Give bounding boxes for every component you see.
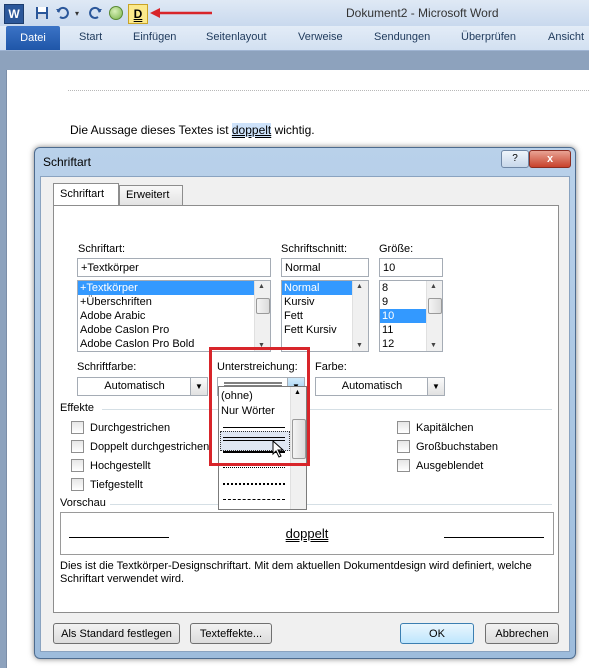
font-color-select[interactable]: Automatisch ▼ <box>77 377 208 396</box>
scroll-up-icon[interactable]: ▲ <box>356 283 363 290</box>
window-title: Dokument2 - Microsoft Word <box>346 6 499 20</box>
checkbox-kapitaelchen[interactable]: Kapitälchen <box>397 421 474 434</box>
tab-ansicht[interactable]: Ansicht <box>548 31 584 43</box>
red-highlight-box <box>209 347 310 466</box>
checkbox[interactable] <box>397 440 410 453</box>
help-button[interactable]: ? <box>501 150 529 168</box>
mouse-cursor-icon <box>272 440 285 458</box>
checkbox-durchgestrichen[interactable]: Durchgestrichen <box>71 421 170 434</box>
margin-guide <box>68 90 589 91</box>
undo-icon[interactable] <box>54 4 70 22</box>
scrollbar[interactable]: ▲ ▼ <box>426 281 442 351</box>
list-item[interactable]: +Überschriften <box>78 295 270 309</box>
tab-datei[interactable]: Datei <box>6 26 60 50</box>
scroll-down-icon[interactable]: ▼ <box>356 342 363 349</box>
red-arrow-icon <box>150 8 212 18</box>
checkbox[interactable] <box>71 440 84 453</box>
text-effects-button[interactable]: Texteffekte... <box>190 623 272 644</box>
checkbox[interactable] <box>71 459 84 472</box>
checkbox-ausgeblendet[interactable]: Ausgeblendet <box>397 459 483 472</box>
underline-option-dotted[interactable] <box>223 467 285 468</box>
underline-option-dashed[interactable] <box>223 499 285 500</box>
tab-seitenlayout[interactable]: Seitenlayout <box>206 31 267 43</box>
font-label: Schriftart: <box>78 243 126 255</box>
chevron-down-icon[interactable]: ▼ <box>190 378 207 395</box>
preview-heading: Vorschau <box>60 497 106 509</box>
checkbox[interactable] <box>397 421 410 434</box>
tab-start[interactable]: Start <box>79 31 102 43</box>
size-list[interactable]: 8 9 10 11 12 ▲ ▼ <box>379 280 443 352</box>
word-logo-icon[interactable]: W <box>4 4 24 24</box>
underline-option-dotted-thick[interactable] <box>223 483 285 485</box>
scroll-thumb[interactable] <box>256 298 270 314</box>
checkbox[interactable] <box>71 478 84 491</box>
checkbox-doppelt-durchgestrichen[interactable]: Doppelt durchgestrichen <box>71 440 209 453</box>
scrollbar[interactable]: ▲ ▼ <box>352 281 368 351</box>
scroll-thumb[interactable] <box>428 298 442 314</box>
list-item[interactable]: Adobe Caslon Pro <box>78 323 270 337</box>
checkbox[interactable] <box>397 459 410 472</box>
cancel-button[interactable]: Abbrechen <box>485 623 559 644</box>
scroll-up-icon[interactable]: ▲ <box>258 283 265 290</box>
size-label: Größe: <box>379 243 414 255</box>
tab-verweise[interactable]: Verweise <box>298 31 343 43</box>
list-item[interactable]: Adobe Arabic <box>78 309 270 323</box>
list-item[interactable]: 10 <box>380 309 427 323</box>
list-item[interactable]: +Textkörper <box>78 281 270 295</box>
document-text[interactable]: Die Aussage dieses Textes ist doppelt wi… <box>70 123 315 137</box>
save-icon[interactable] <box>34 4 50 22</box>
tab-schriftart[interactable]: Schriftart <box>53 183 119 205</box>
effects-heading: Effekte <box>60 402 95 414</box>
title-bar: W ▾ D Dokument2 - Microsoft Word <box>0 0 589 27</box>
list-item[interactable]: Normal <box>282 281 353 295</box>
tab-ueberpruefen[interactable]: Überprüfen <box>461 31 516 43</box>
tab-sendungen[interactable]: Sendungen <box>374 31 430 43</box>
checkbox-grossbuchstaben[interactable]: Großbuchstaben <box>397 440 498 453</box>
style-input[interactable]: Normal <box>281 258 369 277</box>
preview-box: doppelt <box>60 512 554 555</box>
ok-button[interactable]: OK <box>400 623 474 644</box>
size-input[interactable]: 10 <box>379 258 443 277</box>
scroll-down-icon[interactable]: ▼ <box>430 342 437 349</box>
checkbox[interactable] <box>71 421 84 434</box>
style-list[interactable]: Normal Kursiv Fett Fett Kursiv ▲ ▼ <box>281 280 369 352</box>
ribbon-tabs: Datei Start Einfügen Seitenlayout Verwei… <box>0 26 589 51</box>
undo-dropdown-icon[interactable]: ▾ <box>72 4 82 22</box>
style-label: Schriftschnitt: <box>281 243 348 255</box>
font-list[interactable]: +Textkörper +Überschriften Adobe Arabic … <box>77 280 271 352</box>
divider <box>102 409 552 410</box>
checkbox-hochgestellt[interactable]: Hochgestellt <box>71 459 151 472</box>
font-color-label: Schriftfarbe: <box>77 361 137 373</box>
checkbox-tiefgestellt[interactable]: Tiefgestellt <box>71 478 143 491</box>
underline-color-select[interactable]: Automatisch ▼ <box>315 377 445 396</box>
set-default-button[interactable]: Als Standard festlegen <box>53 623 180 644</box>
selected-word[interactable]: doppelt <box>231 123 272 137</box>
divider <box>110 504 552 505</box>
preview-description: Dies ist die Textkörper-Designschriftart… <box>60 560 532 585</box>
underline-color-label: Farbe: <box>315 361 347 373</box>
font-input[interactable]: +Textkörper <box>77 258 271 277</box>
tab-einfuegen[interactable]: Einfügen <box>133 31 176 43</box>
circle-icon[interactable] <box>108 4 124 22</box>
chevron-down-icon[interactable]: ▼ <box>427 378 444 395</box>
preview-text: doppelt <box>285 526 329 541</box>
scrollbar[interactable]: ▲ ▼ <box>254 281 270 351</box>
scroll-up-icon[interactable]: ▲ <box>430 283 437 290</box>
dialog-title: Schriftart <box>43 155 92 169</box>
close-button[interactable]: x <box>529 150 571 168</box>
double-underline-button[interactable]: D <box>128 4 148 24</box>
redo-icon[interactable] <box>88 4 104 22</box>
tab-erweitert[interactable]: Erweitert <box>119 185 183 205</box>
